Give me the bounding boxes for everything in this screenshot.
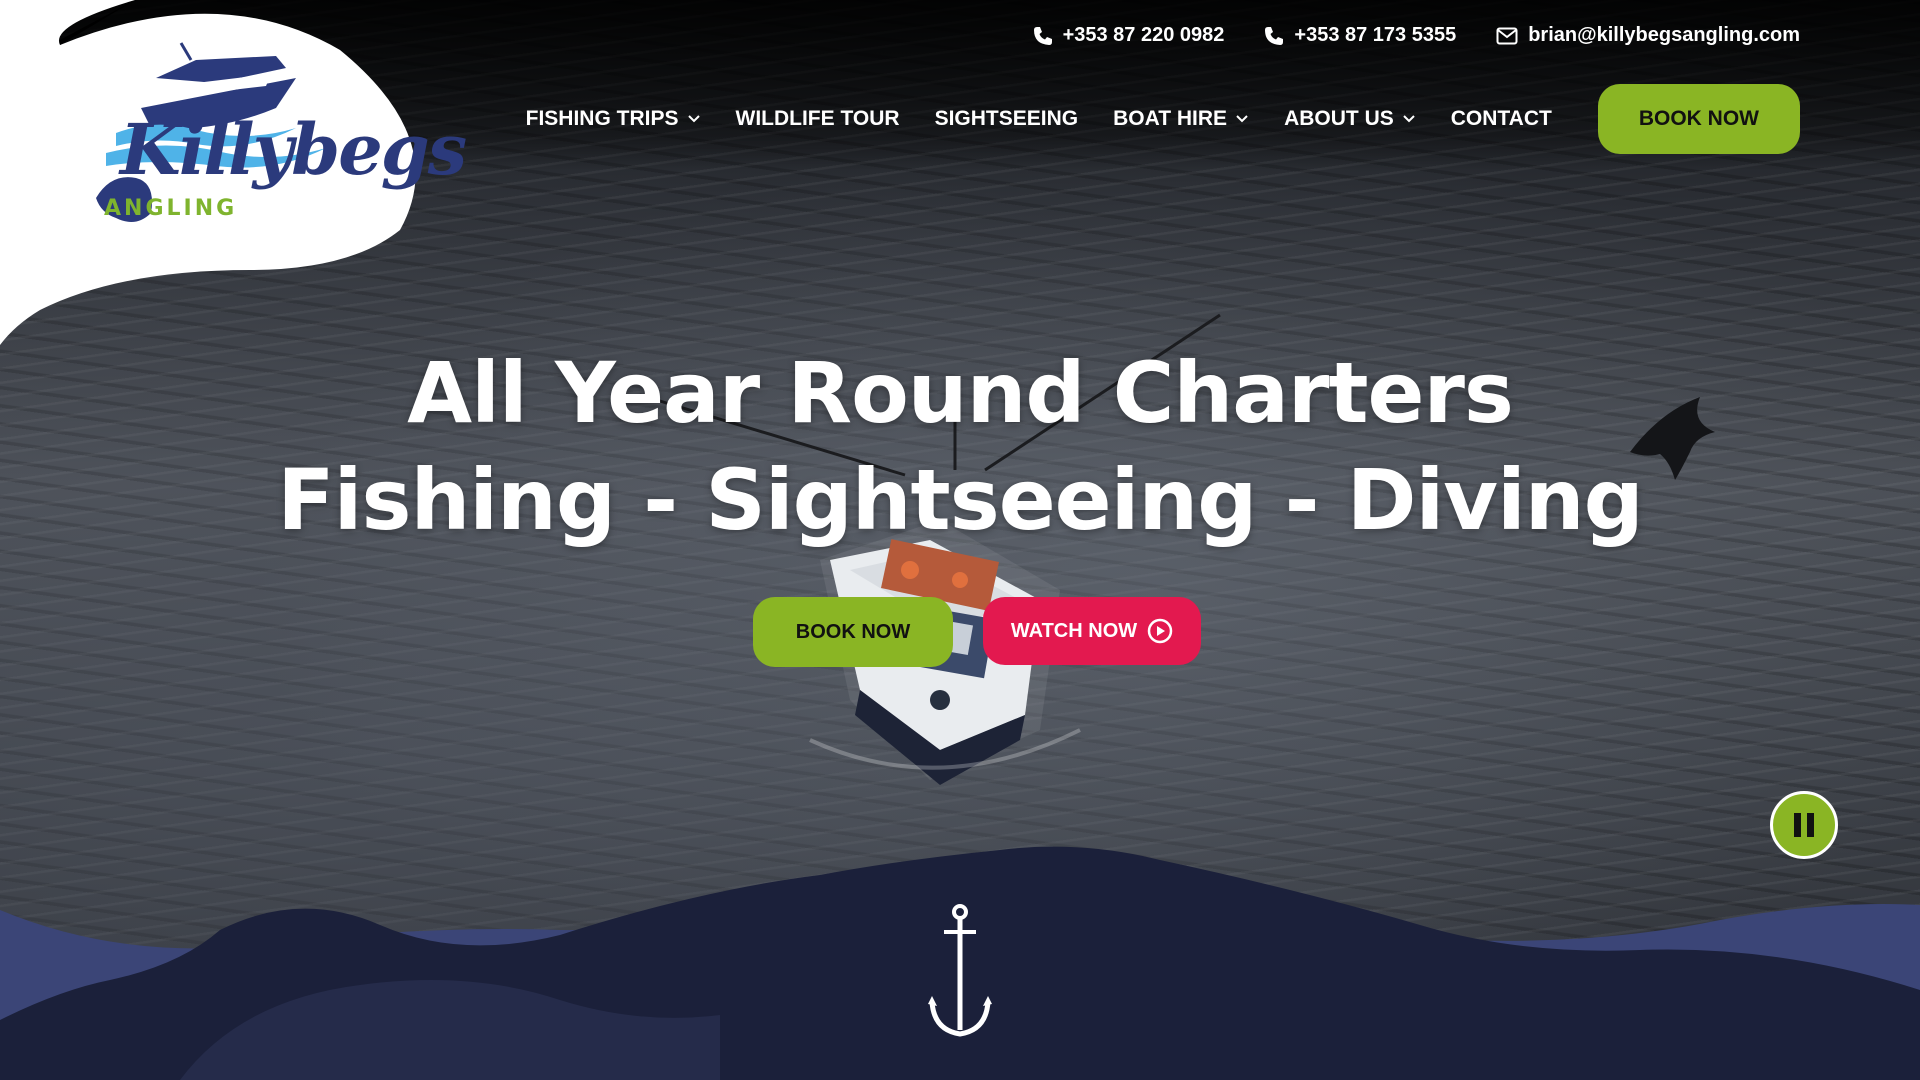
nav-item-boat-hire[interactable]: BOAT HIRE [1113,107,1249,131]
nav-item-label: CONTACT [1450,107,1552,130]
phone-link-2[interactable]: +353 87 173 5355 [1264,24,1456,47]
main-nav: FISHING TRIPS WILDLIFE TOUR SIGHTSEEING … [526,84,1800,154]
nav-item-sightseeing[interactable]: SIGHTSEEING [935,107,1079,131]
nav-item-wildlife-tour[interactable]: WILDLIFE TOUR [736,107,900,131]
hero-book-now-button[interactable]: BOOK NOW [753,597,953,667]
phone-icon [1033,26,1052,45]
envelope-icon [1496,27,1518,44]
hero-watch-now-button[interactable]: WATCH NOW [983,597,1201,665]
anchor-icon [928,904,992,1037]
phone-link-1[interactable]: +353 87 220 0982 [1033,24,1225,47]
nav-book-now-button[interactable]: BOOK NOW [1597,84,1800,154]
nav-item-label: SIGHTSEEING [934,107,1079,130]
nav-item-label: ABOUT US [1284,107,1394,130]
nav-item-contact[interactable]: CONTACT [1451,107,1552,131]
phone-number-1: +353 87 220 0982 [1062,24,1225,46]
nav-items: FISHING TRIPS WILDLIFE TOUR SIGHTSEEING … [526,107,1552,131]
phone-number-2: +353 87 173 5355 [1294,24,1457,46]
nav-item-label: BOAT HIRE [1113,107,1228,130]
phone-icon [1265,26,1284,45]
nav-item-about-us[interactable]: ABOUT US [1284,107,1416,131]
chevron-down-icon [1403,115,1415,123]
chevron-down-icon [1236,115,1248,123]
hero-cta-row: BOOK NOW WATCH NOW [0,597,1920,667]
logo-subtitle: ANGLING [104,196,238,221]
play-circle-icon [1147,618,1173,644]
logo-wordmark: Killybegs [120,108,467,191]
contact-bar: +353 87 220 0982 +353 87 173 5355 brian@… [1033,24,1800,47]
nav-item-label: FISHING TRIPS [525,107,679,130]
hero-headline-line-2: Fishing - Sightseeing - Diving [277,451,1643,549]
nav-item-label: WILDLIFE TOUR [735,107,900,130]
chevron-down-icon [687,115,700,123]
watch-now-label: WATCH NOW [1010,619,1138,642]
nav-item-fishing-trips[interactable]: FISHING TRIPS [526,107,701,131]
hero-headline: All Year Round Charters Fishing - Sights… [0,340,1920,554]
hero-headline-line-1: All Year Round Charters [407,344,1514,442]
email-link[interactable]: brian@killybegsangling.com [1496,24,1800,47]
email-address: brian@killybegsangling.com [1528,24,1800,46]
page: Killybegs ANGLING +353 87 220 0982 +353 … [0,0,1920,1080]
